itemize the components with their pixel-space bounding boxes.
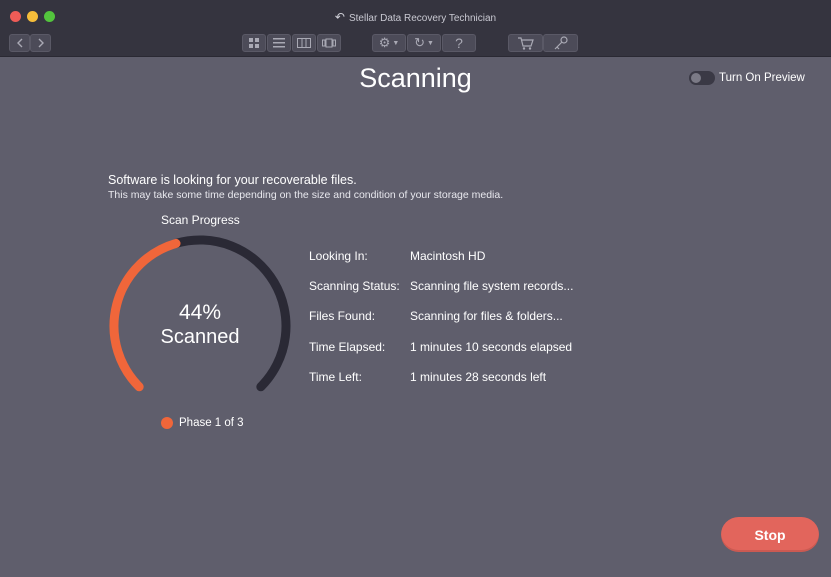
toolbar: ⚙ ▼ ↻ ▼ ? <box>0 32 831 57</box>
scan-status-word: Scanned <box>160 326 240 348</box>
forward-button[interactable] <box>30 34 51 52</box>
back-icon <box>16 38 22 48</box>
activate-key-button[interactable] <box>543 34 578 52</box>
time-elapsed-label: Time Elapsed: <box>309 340 386 354</box>
chevron-down-icon: ▼ <box>392 39 400 47</box>
preview-toggle-switch[interactable] <box>689 71 715 85</box>
back-button[interactable] <box>9 34 30 52</box>
files-found-value: Scanning for files & folders... <box>410 309 563 323</box>
help-icon: ? <box>455 35 463 51</box>
column-view-button[interactable] <box>292 34 316 52</box>
phase-indicator-dot <box>161 417 173 429</box>
scanning-status-value: Scanning file system records... <box>410 279 574 293</box>
window-title-area: ↶ Stellar Data Recovery Technician <box>0 10 831 24</box>
time-elapsed-value: 1 minutes 10 seconds elapsed <box>410 340 573 354</box>
scan-message: Software is looking for your recoverable… <box>108 173 357 187</box>
settings-button[interactable]: ⚙ ▼ <box>372 34 406 52</box>
scanning-status-label: Scanning Status: <box>309 279 400 293</box>
title-bar: ↶ Stellar Data Recovery Technician <box>0 0 831 32</box>
forward-icon <box>38 38 44 48</box>
looking-in-value: Macintosh HD <box>410 249 486 263</box>
icon-view-button[interactable] <box>242 34 266 52</box>
app-undo-icon: ↶ <box>334 10 345 24</box>
history-button[interactable]: ↻ ▼ <box>407 34 441 52</box>
scan-submessage: This may take some time depending on the… <box>108 189 504 201</box>
looking-in-label: Looking In: <box>309 249 368 263</box>
cart-button[interactable] <box>508 34 543 52</box>
cart-icon <box>517 36 534 50</box>
history-icon: ↻ <box>414 35 425 50</box>
time-left-value: 1 minutes 28 seconds left <box>410 370 547 384</box>
key-icon <box>554 36 568 50</box>
toggle-knob <box>691 73 701 83</box>
chevron-down-icon: ▼ <box>426 39 434 47</box>
column-view-icon <box>297 38 311 48</box>
icon-view-icon <box>249 38 259 48</box>
gear-icon: ⚙ <box>378 35 391 50</box>
phase-text: Phase 1 of 3 <box>179 417 244 429</box>
scan-percent: 44% <box>178 301 222 324</box>
stop-button[interactable]: Stop <box>721 517 819 552</box>
files-found-label: Files Found: <box>309 309 376 323</box>
scan-progress-heading: Scan Progress <box>161 213 240 227</box>
cover-flow-view-button[interactable] <box>317 34 341 52</box>
preview-toggle-label: Turn On Preview <box>719 72 805 84</box>
window-title: Stellar Data Recovery Technician <box>348 13 497 24</box>
cover-flow-icon <box>322 38 336 48</box>
list-view-button[interactable] <box>267 34 291 52</box>
help-button[interactable]: ? <box>442 34 476 52</box>
time-left-label: Time Left: <box>309 370 362 384</box>
list-view-icon <box>273 38 285 48</box>
